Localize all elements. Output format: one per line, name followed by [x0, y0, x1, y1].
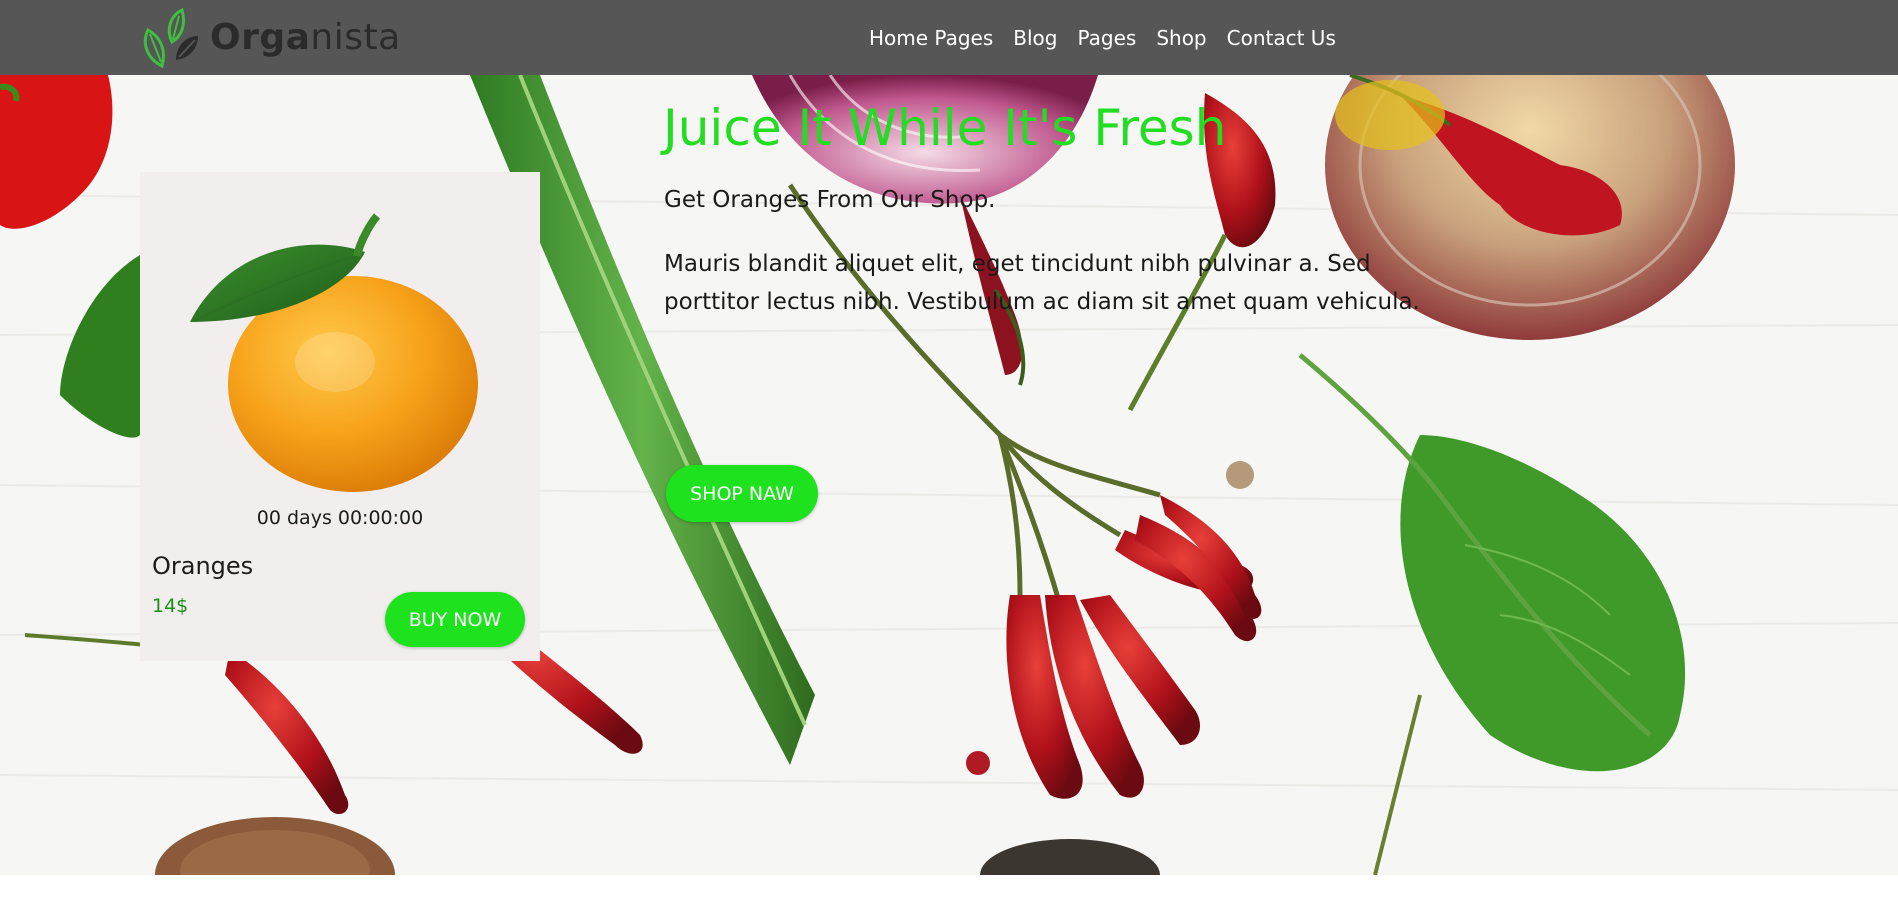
hero-description: Mauris blandit aliquet elit, eget tincid…	[664, 251, 1420, 315]
main-nav: Home Pages Blog Pages Shop Contact Us	[869, 0, 1356, 75]
logo-text-light: nista	[310, 17, 401, 58]
hero-subtitle: Get Oranges From Our Shop.	[664, 187, 996, 213]
nav-item-home-pages[interactable]: Home Pages	[869, 26, 993, 50]
nav-item-contact-us[interactable]: Contact Us	[1227, 26, 1336, 50]
hero-title: Juice It While It's Fresh	[663, 99, 1227, 157]
product-card: 00 days 00:00:00 Oranges 14$ BUY NOW	[140, 172, 540, 661]
nav-item-pages[interactable]: Pages	[1077, 26, 1136, 50]
countdown-timer: 00 days 00:00:00	[256, 507, 424, 529]
buy-now-button[interactable]: BUY NOW	[385, 592, 525, 647]
site-logo[interactable]: Organista	[138, 4, 400, 72]
orange-fruit-image	[190, 213, 478, 492]
nav-item-blog[interactable]: Blog	[1013, 26, 1057, 50]
leaf-logo-icon	[143, 7, 198, 69]
site-header: Organista Home Pages Blog Pages Shop Con…	[0, 0, 1898, 75]
shop-now-button[interactable]: SHOP NAW	[666, 465, 818, 522]
logo-wordmark: Organista	[210, 18, 401, 58]
product-price: 14$	[152, 595, 189, 617]
hero-section: 00 days 00:00:00 Oranges 14$ BUY NOW Jui…	[0, 75, 1898, 875]
logo-text-strong: Orga	[210, 17, 311, 58]
product-name: Oranges	[152, 552, 254, 580]
nav-item-shop[interactable]: Shop	[1156, 26, 1206, 50]
